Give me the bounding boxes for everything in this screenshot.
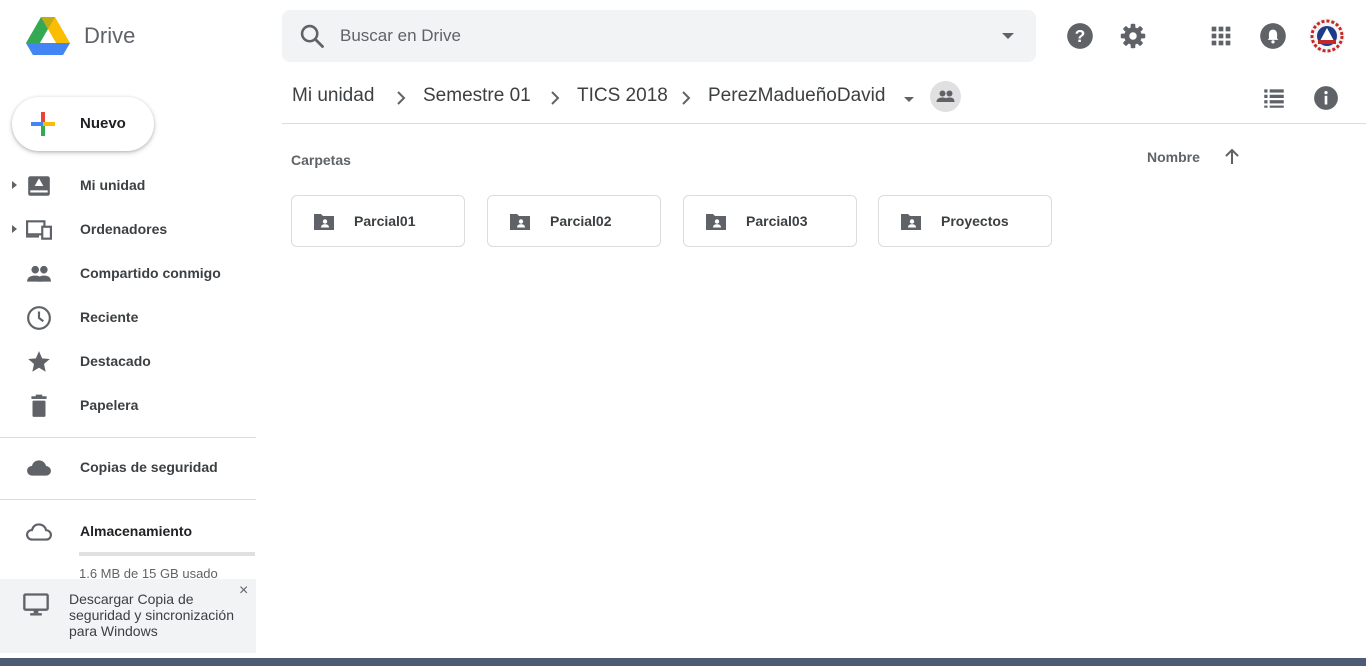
notifications-bell-icon[interactable]	[1259, 22, 1287, 50]
chevron-right-icon	[682, 91, 691, 105]
breadcrumb-item-my-drive[interactable]: Mi unidad	[292, 85, 374, 107]
sidebar-item-backups[interactable]: Copias de seguridad	[0, 447, 256, 487]
sidebar-item-storage[interactable]: Almacenamiento	[0, 511, 256, 551]
sidebar-item-label: Compartido conmigo	[80, 265, 221, 281]
star-icon	[28, 351, 50, 372]
folders-section-heading: Carpetas	[291, 152, 351, 168]
sort-direction-arrow-up-icon[interactable]	[1220, 145, 1244, 169]
shared-folder-icon	[901, 214, 921, 230]
svg-text:?: ?	[1075, 26, 1086, 46]
folder-menu-dropdown-icon[interactable]	[899, 90, 919, 110]
sidebar-item-label: Copias de seguridad	[80, 459, 218, 475]
folder-card[interactable]: Parcial02	[487, 195, 661, 247]
sidebar-item-label: Destacado	[80, 353, 151, 369]
apps-grid-icon[interactable]	[1207, 22, 1235, 50]
folder-card[interactable]: Parcial01	[291, 195, 465, 247]
settings-gear-icon[interactable]	[1119, 22, 1147, 50]
sidebar-item-label: Mi unidad	[80, 177, 146, 193]
folder-card[interactable]: Proyectos	[878, 195, 1052, 247]
trash-icon	[31, 394, 47, 417]
sidebar-divider	[0, 499, 256, 500]
plus-icon	[31, 112, 55, 136]
sidebar-item-computers[interactable]: Ordenadores	[0, 209, 256, 249]
details-info-icon[interactable]	[1313, 85, 1339, 111]
computers-icon	[26, 220, 52, 240]
my-drive-icon	[28, 176, 50, 196]
sidebar-divider	[0, 437, 256, 438]
folder-name: Parcial03	[746, 213, 808, 229]
breadcrumb: Mi unidad Semestre 01 TICS 2018 PerezMad…	[282, 72, 1366, 124]
search-options-dropdown-icon[interactable]	[998, 28, 1018, 44]
folder-name: Proyectos	[941, 213, 1009, 229]
shared-people-icon	[936, 90, 955, 102]
shared-people-icon	[27, 265, 51, 282]
folder-name: Parcial01	[354, 213, 416, 229]
app-title[interactable]: Drive	[84, 23, 135, 49]
search-bar[interactable]	[282, 10, 1036, 62]
top-bar: Drive ?	[0, 0, 1366, 72]
list-view-icon[interactable]	[1261, 85, 1287, 111]
sidebar-item-trash[interactable]: Papelera	[0, 385, 256, 425]
shared-folder-icon	[314, 214, 334, 230]
shared-folder-icon	[510, 214, 530, 230]
chevron-right-icon	[551, 91, 560, 105]
close-icon[interactable]: ×	[239, 582, 248, 600]
sidebar-item-label: Reciente	[80, 309, 139, 325]
shared-folder-icon	[706, 214, 726, 230]
breadcrumb-item-tics[interactable]: TICS 2018	[577, 85, 668, 107]
chevron-right-icon	[397, 91, 406, 105]
account-avatar-icon	[1309, 18, 1345, 54]
search-input[interactable]	[340, 10, 960, 62]
account-avatar[interactable]	[1309, 18, 1345, 54]
sidebar-item-label: Papelera	[80, 397, 139, 413]
shared-folder-badge[interactable]	[930, 81, 961, 112]
sidebar-item-label: Ordenadores	[80, 221, 168, 237]
help-icon[interactable]: ?	[1066, 22, 1094, 50]
promo-text: Descargar Copia de seguridad y sincroniz…	[69, 591, 234, 639]
backup-sync-promo[interactable]: Descargar Copia de seguridad y sincroniz…	[0, 579, 256, 653]
sidebar-item-my-drive[interactable]: Mi unidad	[0, 165, 256, 205]
storage-progress-bar	[79, 552, 255, 556]
sidebar-item-shared-with-me[interactable]: Compartido conmigo	[0, 253, 256, 293]
new-button-label: Nuevo	[80, 115, 126, 132]
sidebar-item-recent[interactable]: Reciente	[0, 297, 256, 337]
cloud-icon	[27, 460, 51, 476]
search-icon[interactable]	[298, 22, 326, 50]
expand-arrow-icon[interactable]	[9, 223, 19, 235]
folder-card[interactable]: Parcial03	[683, 195, 857, 247]
breadcrumb-item-semestre[interactable]: Semestre 01	[423, 85, 531, 107]
drive-logo-icon[interactable]	[26, 16, 70, 56]
os-taskbar[interactable]	[0, 658, 1366, 666]
sidebar-item-starred[interactable]: Destacado	[0, 341, 256, 381]
folder-name: Parcial02	[550, 213, 612, 229]
storage-label: Almacenamiento	[80, 523, 193, 539]
new-button[interactable]: Nuevo	[12, 97, 154, 151]
desktop-monitor-icon	[23, 593, 49, 616]
sort-by-name-button[interactable]: Nombre	[1147, 149, 1200, 165]
clock-icon	[27, 306, 51, 330]
cloud-outline-icon	[26, 523, 52, 541]
expand-arrow-icon[interactable]	[9, 179, 19, 191]
breadcrumb-item-current-folder[interactable]: PerezMadueñoDavid	[708, 85, 885, 107]
